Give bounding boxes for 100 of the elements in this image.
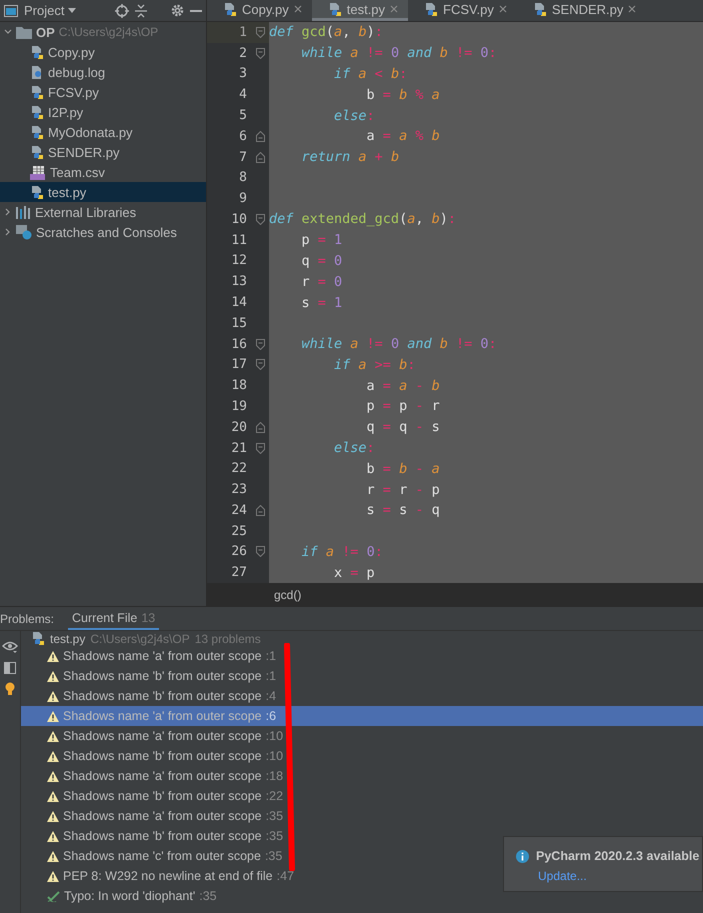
code-line: a = a % b — [366, 127, 441, 146]
file-label: SENDER.py — [48, 144, 120, 160]
warning-icon — [47, 830, 59, 842]
python-file-icon — [30, 184, 44, 200]
line-number: 17 — [230, 357, 247, 372]
tree-item[interactable]: External Libraries — [0, 202, 206, 222]
tree-item[interactable]: I2P.py — [0, 102, 206, 122]
python-file-icon — [31, 631, 45, 646]
file-label: I2P.py — [48, 104, 84, 120]
preview-icon[interactable] — [4, 662, 16, 674]
problems-tab[interactable]: Current File 13 — [68, 607, 160, 630]
warning-icon — [47, 810, 59, 822]
editor-tab[interactable]: Copy.py — [207, 0, 312, 21]
editor-tab[interactable]: FCSV.py — [408, 0, 517, 21]
problem-item[interactable]: Shadows name 'a' from outer scope :10 — [21, 726, 703, 746]
tree-item[interactable]: test.py — [0, 182, 206, 202]
fold-icon[interactable] — [256, 130, 265, 142]
line-number: 12 — [230, 253, 247, 268]
line-number: 19 — [230, 398, 247, 414]
code-line: x = p — [333, 564, 376, 583]
fold-icon[interactable] — [256, 359, 265, 370]
problem-item[interactable]: Shadows name 'b' from outer scope :4 — [21, 686, 703, 706]
libraries-icon — [16, 206, 31, 218]
tree-item[interactable]: SENDER.py — [0, 142, 206, 162]
project-view-dropdown[interactable]: Project — [24, 3, 76, 18]
fold-icon[interactable] — [256, 338, 265, 350]
line-number: 2 — [238, 46, 247, 61]
problem-item[interactable]: Shadows name 'a' from outer scope :35 — [21, 806, 703, 826]
tree-item[interactable]: Copy.py — [0, 42, 206, 62]
fold-icon[interactable] — [256, 546, 265, 558]
breadcrumb[interactable]: gcd() — [274, 588, 302, 602]
tab-label: test.py — [346, 2, 386, 16]
problem-item[interactable]: Shadows name 'b' from outer scope :10 — [21, 746, 703, 766]
editor-tab[interactable]: SENDER.py — [516, 0, 646, 21]
code-line: a = a - b — [366, 376, 441, 396]
minimize-icon[interactable] — [190, 10, 202, 12]
problem-item[interactable]: Shadows name 'b' from outer scope :1 — [21, 666, 703, 686]
file-label: External Libraries — [35, 204, 136, 220]
line-number: 5 — [238, 108, 247, 124]
tab-label: FCSV.py — [443, 2, 494, 16]
tree-item[interactable]: OP C:\Users\g2j4s\OP — [0, 22, 206, 42]
fold-icon[interactable] — [256, 442, 265, 454]
code-line: b = b - a — [366, 460, 441, 479]
line-number: 20 — [230, 420, 247, 435]
problem-item[interactable]: Shadows name 'b' from outer scope :22 — [21, 786, 703, 806]
line-number: 15 — [230, 316, 247, 331]
problem-item[interactable]: Shadows name 'a' from outer scope :6 — [21, 706, 703, 726]
tree-item[interactable]: MyOdonata.py — [0, 122, 206, 142]
code-line: s = 1 — [300, 294, 344, 313]
settings-icon[interactable] — [171, 4, 184, 17]
check-icon — [47, 890, 60, 902]
unknown-file-icon — [30, 64, 44, 80]
fold-icon[interactable] — [256, 26, 265, 38]
problem-item[interactable]: Typo: In word 'diophant' :35 — [21, 886, 703, 906]
close-icon[interactable] — [390, 5, 398, 13]
code-line: def gcd(a, b): — [269, 23, 384, 42]
collapse-all-icon[interactable] — [135, 4, 147, 18]
line-number: 10 — [230, 212, 247, 227]
locate-icon[interactable] — [115, 4, 129, 18]
fold-icon[interactable] — [256, 214, 265, 225]
problem-item[interactable]: Shadows name 'b' from outer scope :35 — [21, 826, 703, 846]
tree-item[interactable]: Scratches and Consoles — [0, 222, 206, 242]
line-number: 13 — [230, 274, 247, 290]
fold-icon[interactable] — [256, 504, 265, 516]
problem-item[interactable]: Shadows name 'a' from outer scope :1 — [21, 646, 703, 666]
code-line: def extended_gcd(a, b): — [269, 210, 458, 230]
file-label: FCSV.py — [48, 84, 99, 100]
close-icon[interactable] — [628, 5, 636, 13]
update-link[interactable]: Update... — [516, 869, 702, 883]
editor-tab[interactable]: test.py — [312, 0, 408, 21]
tree-item[interactable]: debug.log — [0, 62, 206, 82]
eye-icon[interactable] — [2, 641, 18, 654]
tab-label: Copy.py — [242, 2, 289, 16]
warning-icon — [47, 790, 59, 802]
fold-icon[interactable] — [256, 152, 265, 163]
folder-path: C:\Users\g2j4s\OP — [58, 25, 158, 39]
python-file-icon — [30, 104, 44, 120]
code-line: if a < b: — [333, 64, 408, 84]
code-line: if a >= b: — [333, 356, 416, 375]
close-icon[interactable] — [294, 5, 302, 13]
fold-icon[interactable] — [256, 422, 265, 433]
code-line: q = q - s — [366, 418, 441, 438]
problem-item[interactable]: Shadows name 'a' from outer scope :18 — [21, 766, 703, 786]
close-icon[interactable] — [498, 5, 507, 13]
line-number: 11 — [230, 232, 247, 248]
line-number: 16 — [230, 336, 247, 352]
python-file-icon — [30, 84, 44, 100]
python-file-icon — [30, 44, 44, 60]
code-line: else: — [333, 439, 376, 458]
file-label: test.py — [48, 184, 86, 200]
tree-item[interactable]: FCSV.py — [0, 82, 206, 102]
line-number: 23 — [230, 482, 247, 498]
tree-item[interactable]: Team.csv — [0, 162, 206, 182]
code-line: while a != 0 and b != 0: — [300, 335, 498, 354]
info-icon — [516, 850, 529, 862]
fold-icon[interactable] — [256, 48, 265, 59]
line-number: 24 — [230, 502, 247, 518]
caret-icon — [68, 8, 76, 13]
warning-icon — [47, 850, 59, 862]
bulb-icon[interactable] — [5, 682, 15, 696]
